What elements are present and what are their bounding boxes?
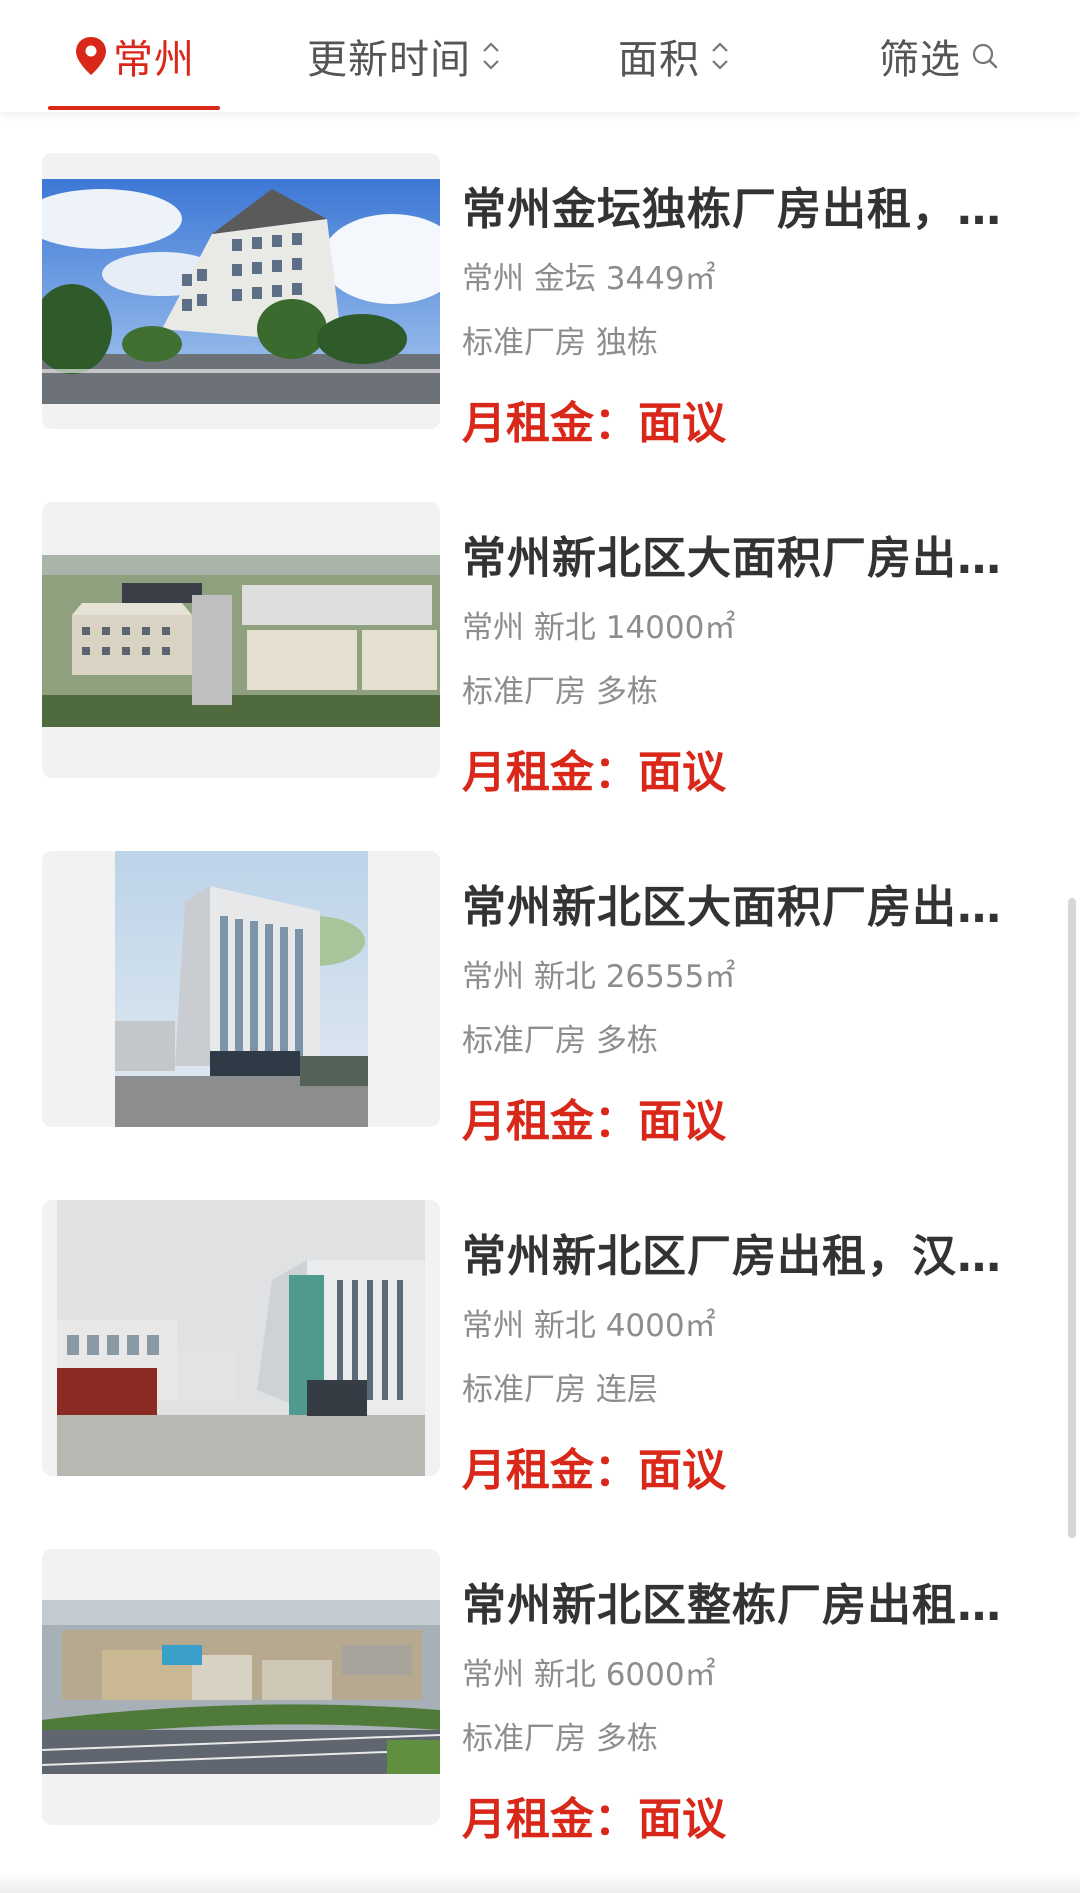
- building-photo-2: [42, 555, 440, 727]
- building-photo-4: [57, 1200, 425, 1476]
- listing-location-area: 常州 新北 26555㎡: [462, 959, 736, 995]
- sort-area-label: 面积: [618, 37, 700, 83]
- active-tab-indicator: [48, 106, 220, 110]
- listing-rent: 月租金：面议: [462, 1096, 726, 1147]
- sort-area-tab[interactable]: 面积: [605, 0, 745, 112]
- listing-tags: 标准厂房 连层: [462, 1372, 658, 1408]
- listing-tags: 标准厂房 多栋: [462, 1721, 658, 1757]
- listing-photo[interactable]: [42, 851, 440, 1127]
- listing-rent: 月租金：面议: [462, 747, 726, 798]
- filter-bar: 常州 更新时间 面积 筛选: [0, 0, 1080, 112]
- listing-tags: 标准厂房 独栋: [462, 325, 658, 361]
- listing-card[interactable]: 常州新北区大面积厂房出… 常州 新北 26555㎡ 标准厂房 多栋 月租金：面议: [0, 851, 1080, 1151]
- listing-card[interactable]: 常州新北区大面积厂房出… 常州 新北 14000㎡ 标准厂房 多栋 月租金：面议: [0, 502, 1080, 802]
- listing-location-area: 常州 新北 14000㎡: [462, 610, 736, 646]
- city-tab[interactable]: 常州: [48, 0, 220, 112]
- building-photo-3: [115, 851, 368, 1127]
- listing-location-area: 常州 金坛 3449㎡: [462, 261, 716, 297]
- listing-title[interactable]: 常州新北区整栋厂房出租…: [462, 1569, 1032, 1633]
- listing-location-area: 常州 新北 6000㎡: [462, 1657, 716, 1693]
- scrollbar[interactable]: [1068, 898, 1076, 1538]
- listing-title[interactable]: 常州新北区大面积厂房出…: [462, 522, 1032, 586]
- listing-tags: 标准厂房 多栋: [462, 1023, 658, 1059]
- filter-label: 筛选: [879, 37, 961, 83]
- sort-arrows-icon: [483, 42, 499, 70]
- search-icon: [972, 43, 998, 69]
- listing-photo[interactable]: [42, 153, 440, 429]
- building-photo-5: [42, 1600, 440, 1774]
- listing-tags: 标准厂房 多栋: [462, 674, 658, 710]
- listing-title[interactable]: 常州新北区厂房出租，汉…: [462, 1220, 1032, 1284]
- listing-rent: 月租金：面议: [462, 1445, 726, 1496]
- location-pin-icon: [76, 37, 106, 75]
- listing-location-area: 常州 新北 4000㎡: [462, 1308, 716, 1344]
- listing-rent: 月租金：面议: [462, 398, 726, 449]
- listing-card[interactable]: 常州新北区整栋厂房出租… 常州 新北 6000㎡ 标准厂房 多栋 月租金：面议: [0, 1549, 1080, 1849]
- bottom-shade: [0, 1872, 1080, 1893]
- city-label: 常州: [113, 37, 195, 83]
- listing-photo[interactable]: [42, 502, 440, 778]
- building-photo-1: [42, 179, 440, 404]
- listing-photo[interactable]: [42, 1549, 440, 1825]
- listing-title[interactable]: 常州金坛独栋厂房出租，3…: [462, 173, 1032, 237]
- sort-arrows-icon: [712, 42, 728, 70]
- listing-card[interactable]: 常州新北区厂房出租，汉… 常州 新北 4000㎡ 标准厂房 连层 月租金：面议: [0, 1200, 1080, 1500]
- listing-photo[interactable]: [42, 1200, 440, 1476]
- sort-update-time-tab[interactable]: 更新时间: [290, 0, 520, 112]
- sort-update-label: 更新时间: [307, 37, 471, 83]
- listing-title[interactable]: 常州新北区大面积厂房出…: [462, 871, 1032, 935]
- listing-card[interactable]: 常州金坛独栋厂房出租，3… 常州 金坛 3449㎡ 标准厂房 独栋 月租金：面议: [0, 153, 1080, 453]
- listing-rent: 月租金：面议: [462, 1794, 726, 1845]
- listing-page: 常州 更新时间 面积 筛选 常州金坛独栋厂房出租，3… 常州 金坛 3449㎡ …: [0, 0, 1080, 1893]
- filter-tab[interactable]: 筛选: [870, 0, 1010, 112]
